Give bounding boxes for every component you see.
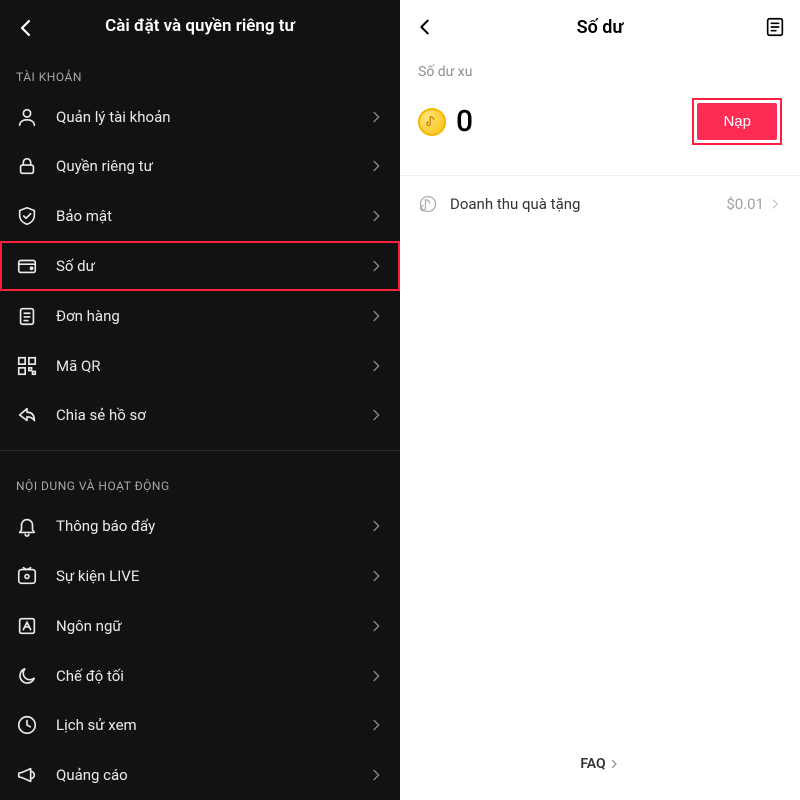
chevron-right-icon: [368, 208, 384, 224]
item-label: Chế độ tối: [56, 667, 368, 685]
settings-header: Cài đặt và quyền riêng tư: [0, 0, 400, 52]
share-icon: [16, 404, 38, 426]
balance-row: 0 Nạp: [400, 80, 800, 176]
faq-link[interactable]: FAQ: [400, 756, 800, 772]
balance-header: Số dư: [400, 0, 800, 54]
person-icon: [16, 106, 38, 128]
gift-revenue-amount: $0.01: [726, 195, 764, 213]
item-share-profile[interactable]: Chia sẻ hồ sơ: [0, 390, 400, 440]
item-label: Quyền riêng tư: [56, 157, 368, 175]
back-icon[interactable]: [14, 16, 38, 40]
chevron-right-icon: [368, 358, 384, 374]
item-privacy[interactable]: Quyền riêng tư: [0, 142, 400, 192]
recharge-button[interactable]: Nạp: [697, 103, 777, 140]
chevron-right-icon: [368, 568, 384, 584]
shield-icon: [16, 205, 38, 227]
transactions-icon[interactable]: [764, 16, 786, 38]
item-label: Bảo mật: [56, 207, 368, 225]
gift-revenue-row[interactable]: Doanh thu quà tặng $0.01: [400, 176, 800, 232]
item-label: Chia sẻ hồ sơ: [56, 406, 368, 424]
item-dark-mode[interactable]: Chế độ tối: [0, 651, 400, 701]
balance-title: Số dư: [577, 17, 624, 38]
language-icon: [16, 615, 38, 637]
faq-label: FAQ: [580, 756, 605, 772]
gift-icon: [418, 194, 438, 214]
back-icon[interactable]: [414, 16, 436, 38]
item-live-events[interactable]: Sự kiện LIVE: [0, 551, 400, 601]
coin-balance-label: Số dư xu: [400, 54, 800, 80]
chevron-right-icon: [608, 758, 620, 770]
chevron-right-icon: [368, 518, 384, 534]
chevron-right-icon: [368, 618, 384, 634]
moon-icon: [16, 665, 38, 687]
item-qr[interactable]: Mã QR: [0, 341, 400, 391]
chevron-right-icon: [368, 158, 384, 174]
qr-icon: [16, 355, 38, 377]
history-icon: [16, 714, 38, 736]
chevron-right-icon: [368, 109, 384, 125]
item-label: Quảng cáo: [56, 766, 368, 784]
item-orders[interactable]: Đơn hàng: [0, 291, 400, 341]
item-label: Thông báo đẩy: [56, 517, 368, 535]
item-label: Sự kiện LIVE: [56, 567, 368, 585]
chevron-right-icon: [368, 767, 384, 783]
settings-title: Cài đặt và quyền riêng tư: [105, 16, 295, 36]
wallet-icon: [16, 255, 38, 277]
balance-value: 0: [456, 104, 692, 139]
balance-screen: Số dư Số dư xu 0 Nạp Doanh thu quà tặng …: [400, 0, 800, 800]
item-label: Số dư: [56, 257, 368, 275]
item-label: Lịch sử xem: [56, 716, 368, 734]
coin-icon: [418, 108, 446, 136]
item-push-notifications[interactable]: Thông báo đẩy: [0, 501, 400, 551]
item-language[interactable]: Ngôn ngữ: [0, 601, 400, 651]
item-ads[interactable]: Quảng cáo: [0, 750, 400, 800]
item-label: Ngôn ngữ: [56, 617, 368, 635]
chevron-right-icon: [368, 258, 384, 274]
section-label-content: NỘI DUNG VÀ HOẠT ĐỘNG: [0, 461, 400, 501]
item-view-history[interactable]: Lịch sử xem: [0, 700, 400, 750]
chevron-right-icon: [368, 717, 384, 733]
lock-icon: [16, 155, 38, 177]
item-manage-account[interactable]: Quản lý tài khoản: [0, 92, 400, 142]
item-label: Quản lý tài khoản: [56, 108, 368, 126]
clipboard-icon: [16, 305, 38, 327]
gift-revenue-label: Doanh thu quà tặng: [450, 195, 726, 213]
chevron-right-icon: [768, 197, 782, 211]
item-security[interactable]: Bảo mật: [0, 191, 400, 241]
section-label-account: TÀI KHOẢN: [0, 52, 400, 92]
chevron-right-icon: [368, 308, 384, 324]
item-label: Mã QR: [56, 357, 368, 375]
chevron-right-icon: [368, 407, 384, 423]
item-balance[interactable]: Số dư: [0, 241, 400, 291]
bell-icon: [16, 515, 38, 537]
recharge-highlight: Nạp: [692, 98, 782, 145]
chevron-right-icon: [368, 668, 384, 684]
live-icon: [16, 565, 38, 587]
item-label: Đơn hàng: [56, 307, 368, 325]
divider: [0, 450, 400, 451]
megaphone-icon: [16, 764, 38, 786]
settings-screen: Cài đặt và quyền riêng tư TÀI KHOẢN Quản…: [0, 0, 400, 800]
